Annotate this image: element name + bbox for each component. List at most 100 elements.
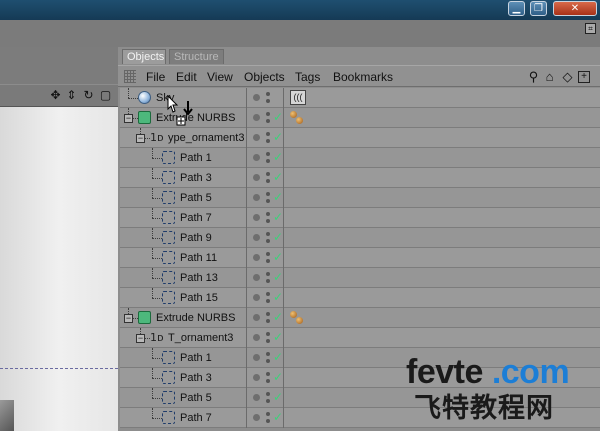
collapse-toggle-icon[interactable]: − bbox=[136, 134, 145, 143]
editor-visibility-dot[interactable] bbox=[266, 412, 270, 416]
object-label[interactable]: Path 1 bbox=[180, 151, 212, 165]
render-visibility-dot[interactable] bbox=[266, 379, 270, 383]
object-label[interactable]: Path 11 bbox=[180, 251, 217, 265]
layer-dot-icon[interactable] bbox=[253, 314, 260, 321]
enabled-check-icon[interactable]: ✓ bbox=[273, 350, 283, 365]
object-name-cell[interactable]: Path 3 bbox=[120, 168, 244, 188]
object-name-cell[interactable]: −1ᴅ T_ornament3 bbox=[120, 328, 244, 348]
editor-visibility-dot[interactable] bbox=[266, 212, 270, 216]
object-label[interactable]: ype_ornament3 bbox=[168, 131, 244, 145]
enabled-check-icon[interactable]: ✓ bbox=[273, 270, 283, 285]
layer-dot-icon[interactable] bbox=[253, 234, 260, 241]
menu-bookmarks[interactable]: Bookmarks bbox=[333, 70, 393, 84]
render-visibility-dot[interactable] bbox=[266, 339, 270, 343]
object-label[interactable]: Extrude NURBS bbox=[156, 311, 235, 325]
object-name-cell[interactable]: Path 7 bbox=[120, 408, 244, 428]
object-name-cell[interactable]: Path 3 bbox=[120, 368, 244, 388]
enabled-check-icon[interactable]: ✓ bbox=[273, 290, 283, 305]
enabled-check-icon[interactable]: ✓ bbox=[273, 410, 283, 425]
editor-visibility-dot[interactable] bbox=[266, 352, 270, 356]
editor-visibility-dot[interactable] bbox=[266, 312, 270, 316]
editor-visibility-dot[interactable] bbox=[266, 332, 270, 336]
menu-view[interactable]: View bbox=[207, 70, 233, 84]
layer-dot-icon[interactable] bbox=[253, 174, 260, 181]
object-row[interactable]: − Extrude NURBS ✓ bbox=[120, 308, 600, 328]
visibility-toggle-icon[interactable] bbox=[266, 331, 270, 345]
layer-dot-icon[interactable] bbox=[253, 394, 260, 401]
object-name-cell[interactable]: Path 1 bbox=[120, 348, 244, 368]
object-label[interactable]: Path 13 bbox=[180, 271, 218, 285]
object-row[interactable]: Path 5 ✓ bbox=[120, 188, 600, 208]
layer-dot-icon[interactable] bbox=[253, 334, 260, 341]
maximize-icon[interactable]: ▢ bbox=[99, 88, 112, 102]
object-row[interactable]: Path 11 ✓ bbox=[120, 248, 600, 268]
viewport-3d[interactable] bbox=[0, 106, 118, 431]
object-name-cell[interactable]: Path 5 bbox=[120, 188, 244, 208]
visibility-toggle-icon[interactable] bbox=[266, 151, 270, 165]
visibility-toggle-icon[interactable] bbox=[266, 131, 270, 145]
layer-dot-icon[interactable] bbox=[253, 254, 260, 261]
visibility-toggle-icon[interactable] bbox=[266, 371, 270, 385]
layer-dot-icon[interactable] bbox=[253, 214, 260, 221]
layer-dot-icon[interactable] bbox=[253, 354, 260, 361]
collapse-toggle-icon[interactable]: − bbox=[124, 114, 133, 123]
layer-dot-icon[interactable] bbox=[253, 134, 260, 141]
layer-dot-icon[interactable] bbox=[253, 194, 260, 201]
grip-icon[interactable] bbox=[124, 70, 136, 83]
object-row[interactable]: Path 1 ✓ bbox=[120, 148, 600, 168]
object-name-cell[interactable]: − Extrude NURBS bbox=[120, 308, 244, 328]
render-visibility-dot[interactable] bbox=[266, 219, 270, 223]
sky-tag-icon[interactable]: ((( bbox=[290, 90, 306, 105]
visibility-toggle-icon[interactable] bbox=[266, 111, 270, 125]
visibility-toggle-icon[interactable] bbox=[266, 211, 270, 225]
enabled-check-icon[interactable]: ✓ bbox=[273, 210, 283, 225]
render-visibility-dot[interactable] bbox=[266, 99, 270, 103]
visibility-toggle-icon[interactable] bbox=[266, 411, 270, 425]
new-window-icon[interactable]: + bbox=[578, 71, 590, 83]
tab-objects[interactable]: Objects bbox=[122, 49, 166, 64]
render-visibility-dot[interactable] bbox=[266, 139, 270, 143]
object-name-cell[interactable]: Path 5 bbox=[120, 388, 244, 408]
editor-visibility-dot[interactable] bbox=[266, 112, 270, 116]
object-label[interactable]: Path 3 bbox=[180, 171, 212, 185]
object-name-cell[interactable]: Path 15 bbox=[120, 288, 244, 308]
object-name-cell[interactable]: Path 13 bbox=[120, 268, 244, 288]
object-row[interactable]: Path 9 ✓ bbox=[120, 228, 600, 248]
object-label[interactable]: Path 1 bbox=[180, 351, 212, 365]
object-name-cell[interactable]: Path 11 bbox=[120, 248, 244, 268]
restore-button[interactable]: ❐ bbox=[530, 1, 547, 16]
visibility-toggle-icon[interactable] bbox=[266, 351, 270, 365]
editor-visibility-dot[interactable] bbox=[266, 272, 270, 276]
enabled-check-icon[interactable]: ✓ bbox=[273, 330, 283, 345]
layer-dot-icon[interactable] bbox=[253, 154, 260, 161]
editor-visibility-dot[interactable] bbox=[266, 252, 270, 256]
render-visibility-dot[interactable] bbox=[266, 279, 270, 283]
editor-visibility-dot[interactable] bbox=[266, 372, 270, 376]
layer-dot-icon[interactable] bbox=[253, 114, 260, 121]
object-row[interactable]: Path 15 ✓ bbox=[120, 288, 600, 308]
menu-file[interactable]: File bbox=[146, 70, 165, 84]
render-visibility-dot[interactable] bbox=[266, 359, 270, 363]
enabled-check-icon[interactable]: ✓ bbox=[273, 150, 283, 165]
visibility-toggle-icon[interactable] bbox=[266, 391, 270, 405]
editor-visibility-dot[interactable] bbox=[266, 132, 270, 136]
editor-visibility-dot[interactable] bbox=[266, 172, 270, 176]
object-label[interactable]: Path 15 bbox=[180, 291, 218, 305]
render-visibility-dot[interactable] bbox=[266, 399, 270, 403]
object-name-cell[interactable]: Path 7 bbox=[120, 208, 244, 228]
visibility-toggle-icon[interactable] bbox=[266, 311, 270, 325]
enabled-check-icon[interactable]: ✓ bbox=[273, 170, 283, 185]
render-visibility-dot[interactable] bbox=[266, 299, 270, 303]
tab-structure[interactable]: Structure bbox=[169, 49, 224, 64]
minimize-button[interactable]: ▁ bbox=[508, 1, 525, 16]
visibility-toggle-icon[interactable] bbox=[266, 271, 270, 285]
object-label[interactable]: Path 3 bbox=[180, 371, 212, 385]
enabled-check-icon[interactable]: ✓ bbox=[273, 370, 283, 385]
visibility-toggle-icon[interactable] bbox=[266, 291, 270, 305]
object-label[interactable]: Path 7 bbox=[180, 211, 212, 225]
editor-visibility-dot[interactable] bbox=[266, 232, 270, 236]
search-icon[interactable]: ⚲ bbox=[526, 69, 541, 84]
close-button[interactable]: ✕ bbox=[553, 1, 597, 16]
render-visibility-dot[interactable] bbox=[266, 239, 270, 243]
enabled-check-icon[interactable]: ✓ bbox=[273, 390, 283, 405]
